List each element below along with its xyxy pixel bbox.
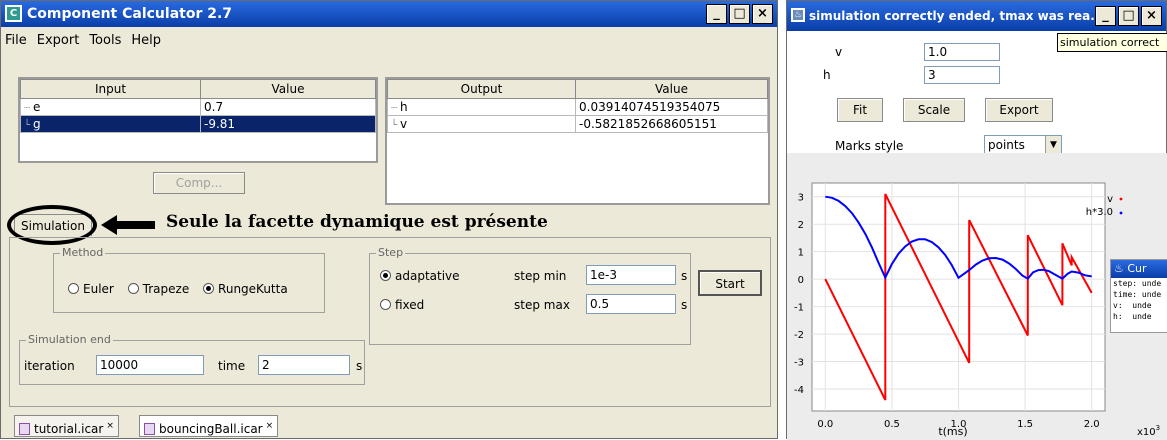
comp-button[interactable]: Comp... xyxy=(153,172,245,194)
calculator-title: Component Calculator 2.7 xyxy=(27,6,233,22)
legend-v-marker xyxy=(1119,197,1123,201)
legend-v: v xyxy=(1107,194,1113,205)
table-row[interactable]: ┈ e 0.7 xyxy=(20,98,376,116)
menu-help[interactable]: Help xyxy=(131,28,161,54)
radio-icon xyxy=(380,299,391,310)
java-icon: ♨ xyxy=(1114,262,1124,275)
step-max-unit: s xyxy=(681,298,688,312)
current-values-title: Cur xyxy=(1127,262,1147,275)
iteration-field[interactable]: 10000 xyxy=(96,355,204,375)
radio-adaptative[interactable]: adaptative xyxy=(380,269,460,283)
simulation-end-group: Simulation end iteration 10000 time 2 s xyxy=(19,333,365,385)
current-values-panel: ♨ Cur step: unde time: unde v: unde h: u… xyxy=(1110,259,1167,333)
output-name: h xyxy=(400,100,408,114)
y-tick-label: -1 xyxy=(794,303,804,314)
plot-svg: 0.0 0.5 1.0 1.5 2.03210-1-2-3-4 v h*3.0 t(ms… xyxy=(794,182,1160,438)
app-icon: C xyxy=(5,5,22,22)
annotation-text: Seule la facette dynamique est présente xyxy=(166,212,548,232)
y-tick-label: 3 xyxy=(798,193,804,204)
table-row[interactable]: ┈ h 0.03914074519354075 xyxy=(387,98,768,116)
minimize-button[interactable]: _ xyxy=(706,4,727,24)
col-output[interactable]: Output xyxy=(387,79,576,99)
step-title: Step xyxy=(376,246,406,259)
radio-trapeze[interactable]: Trapeze xyxy=(127,282,189,296)
radio-fixed[interactable]: fixed xyxy=(380,298,424,312)
tab-close-icon[interactable]: × xyxy=(266,421,274,431)
legend-h-marker xyxy=(1119,211,1123,215)
x-tick-label: 1.5 xyxy=(1017,419,1033,430)
time-label: time xyxy=(218,359,246,373)
radio-rungekutta[interactable]: RungeKutta xyxy=(203,282,288,296)
menu-tools[interactable]: Tools xyxy=(89,28,121,54)
legend-h: h*3.0 xyxy=(1086,207,1113,218)
current-row: v: unde xyxy=(1113,301,1152,310)
time-field[interactable]: 2 xyxy=(258,355,350,375)
arrow-left-icon xyxy=(101,215,155,235)
tab-close-icon[interactable]: × xyxy=(106,421,114,431)
tab-bouncingball[interactable]: bouncingBall.icar × xyxy=(139,415,279,437)
time-unit: s xyxy=(356,359,363,373)
calculator-titlebar[interactable]: C Component Calculator 2.7 _ □ × xyxy=(1,1,777,27)
calculator-window: C Component Calculator 2.7 _ □ × File Ex… xyxy=(0,0,778,439)
output-value: -0.5821852668605151 xyxy=(575,115,768,133)
x-axis-label: t(ms) xyxy=(938,425,967,438)
y-tick-label: -3 xyxy=(794,358,804,369)
x-exponent: x103 xyxy=(1137,424,1160,438)
input-table: Input Value ┈ e 0.7 └ g -9.81 xyxy=(20,79,376,133)
x-tick-label: 0.5 xyxy=(884,419,900,430)
start-button[interactable]: Start xyxy=(698,270,762,296)
current-row: step: unde xyxy=(1113,279,1162,288)
step-group: Step adaptative fixed step min 1e-3 s st… xyxy=(369,246,691,345)
step-min-field[interactable]: 1e-3 xyxy=(586,265,676,285)
input-name: g xyxy=(33,117,41,131)
table-row[interactable]: └ g -9.81 xyxy=(20,115,376,133)
y-tick-label: -2 xyxy=(794,330,804,341)
step-max-label: step max xyxy=(514,298,570,312)
radio-euler[interactable]: Euler xyxy=(68,282,114,296)
y-tick-label: -4 xyxy=(794,385,804,396)
iteration-label: iteration xyxy=(24,359,75,373)
col-output-value[interactable]: Value xyxy=(575,79,768,99)
table-row[interactable]: └ v -0.5821852668605151 xyxy=(387,115,768,133)
current-values-titlebar[interactable]: ♨ Cur xyxy=(1111,260,1167,278)
current-row: time: unde xyxy=(1113,290,1162,299)
input-name: e xyxy=(33,100,41,114)
maximize-button[interactable]: □ xyxy=(729,4,750,24)
menu-file[interactable]: File xyxy=(5,28,27,54)
tab-tutorial[interactable]: tutorial.icar × xyxy=(14,415,119,437)
simulation-end-title: Simulation end xyxy=(26,333,113,346)
y-tick-label: 2 xyxy=(798,220,804,231)
method-group: Method Euler Trapeze RungeKutta xyxy=(53,246,325,313)
menu-export[interactable]: Export xyxy=(37,28,80,54)
step-min-unit: s xyxy=(681,269,688,283)
col-input[interactable]: Input xyxy=(20,79,201,99)
step-max-field[interactable]: 0.5 xyxy=(586,294,676,314)
output-table-panel: Output Value ┈ h 0.03914074519354075 └ v -0.5… xyxy=(385,77,770,205)
radio-icon xyxy=(127,283,139,294)
file-icon xyxy=(19,423,30,435)
input-value[interactable]: -9.81 xyxy=(200,115,376,133)
output-table: Output Value ┈ h 0.03914074519354075 └ v -0.5… xyxy=(387,79,768,133)
output-value: 0.03914074519354075 xyxy=(575,98,768,116)
y-tick-label: 0 xyxy=(798,275,804,286)
col-input-value[interactable]: Value xyxy=(200,79,376,99)
input-table-panel: Input Value ┈ e 0.7 └ g -9.81 xyxy=(18,77,378,163)
menu-bar: File Export Tools Help xyxy=(1,28,777,54)
radio-selected-icon xyxy=(203,283,215,294)
simulation-window: ♨ simulation correctly ended, tmax was r… xyxy=(786,0,1167,440)
step-min-label: step min xyxy=(514,269,567,283)
radio-icon xyxy=(68,283,79,294)
x-tick-label: 0.0 xyxy=(817,419,833,430)
method-title: Method xyxy=(60,246,106,259)
y-tick-label: 1 xyxy=(798,248,804,259)
x-tick-label: 2.0 xyxy=(1084,419,1100,430)
radio-selected-icon xyxy=(380,270,391,281)
close-button[interactable]: × xyxy=(752,4,773,24)
current-row: h: unde xyxy=(1113,312,1152,321)
output-name: v xyxy=(400,117,408,131)
input-value[interactable]: 0.7 xyxy=(200,98,376,116)
file-icon xyxy=(144,423,155,435)
